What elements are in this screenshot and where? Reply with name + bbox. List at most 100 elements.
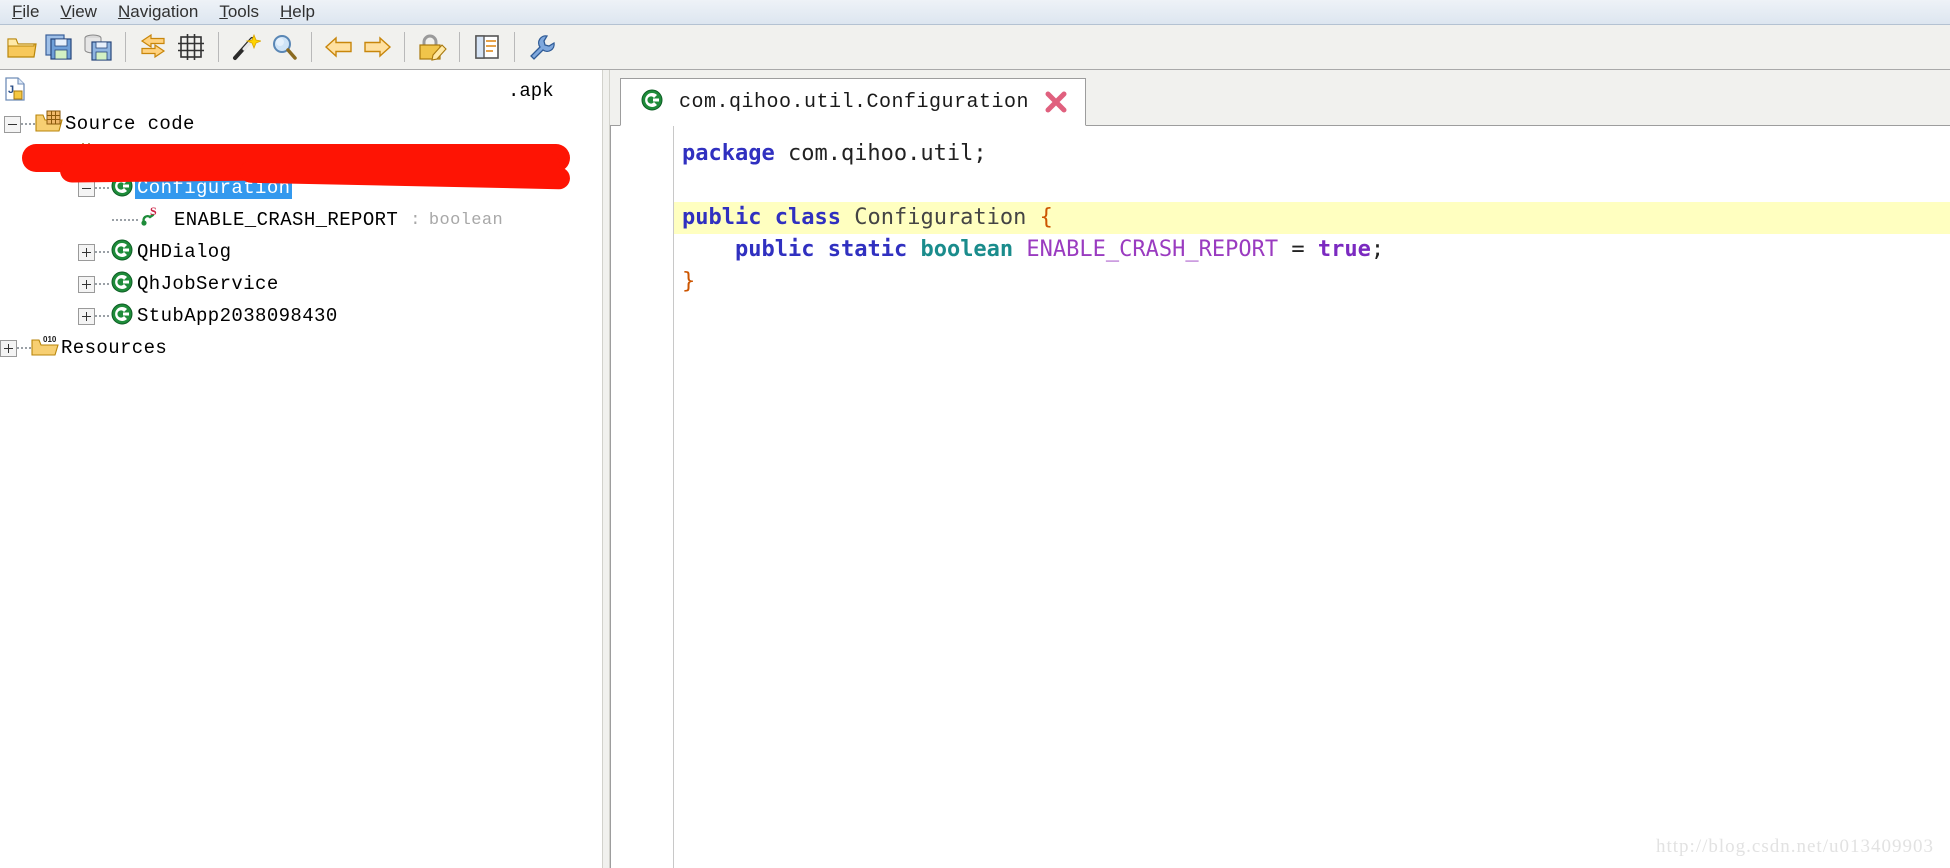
tree-connector — [95, 282, 109, 286]
svg-text:J: J — [8, 84, 14, 96]
forward-arrow-icon — [364, 36, 392, 58]
tree-row-qhjobservice[interactable]: QhJobService — [0, 268, 601, 300]
open-folder-button[interactable] — [3, 28, 41, 66]
open-package-button[interactable] — [172, 28, 210, 66]
tree-row-configuration[interactable]: Configuration — [0, 172, 601, 204]
tree-row-qhdialog[interactable]: QHDialog — [0, 236, 601, 268]
static-field-icon: S — [138, 204, 164, 235]
code-token-brace: } — [682, 269, 696, 294]
open-folder-icon — [7, 38, 37, 58]
tree-connector — [59, 154, 73, 158]
svg-text:010: 010 — [43, 335, 57, 344]
svg-text:S: S — [150, 206, 157, 218]
toolbar-separator-4 — [404, 32, 405, 62]
magnifier-icon — [273, 35, 297, 60]
tree-row-package[interactable]: com.qihoo.util — [0, 140, 601, 172]
preferences-button[interactable] — [413, 28, 451, 66]
toolbar-separator-3 — [311, 32, 312, 62]
tree-label-qhdialog: QHDialog — [137, 241, 232, 263]
tree-row-stubapp[interactable]: StubApp2038098430 — [0, 300, 601, 332]
save-button[interactable] — [41, 28, 79, 66]
class-icon — [109, 302, 135, 331]
editor-tab-configuration[interactable]: com.qihoo.util.Configuration — [620, 78, 1087, 126]
tree-field-separator: : — [410, 210, 421, 230]
menu-tools[interactable]: Tools — [209, 1, 270, 24]
tree-toggle-source-code[interactable] — [4, 115, 21, 133]
grid-package-icon — [178, 34, 204, 60]
tree-connector — [95, 250, 109, 254]
menu-file-label: ile — [22, 1, 40, 21]
watermark-text: http://blog.csdn.net/u013409903 — [1656, 836, 1934, 857]
tree-label-configuration: Configuration — [135, 177, 293, 199]
save-copy-icon — [45, 34, 72, 60]
code-token-kw: class — [774, 205, 841, 230]
menu-help[interactable]: Help — [270, 1, 326, 24]
open-type-button[interactable] — [134, 28, 172, 66]
tree-row-source-code[interactable]: Source code — [0, 108, 601, 140]
code-token-kw: public — [734, 237, 815, 262]
code-token-plain: = — [1278, 237, 1318, 262]
find-button[interactable] — [265, 28, 303, 66]
menu-file[interactable]: File — [2, 1, 50, 24]
menu-navigation-label: avigation — [130, 1, 199, 21]
tree-row-field[interactable]: S ENABLE_CRASH_REPORT : boolean — [0, 204, 601, 236]
tree-label-qhjobservice: QhJobService — [137, 273, 279, 295]
panel-icon — [475, 35, 499, 59]
tools-button[interactable] — [523, 28, 561, 66]
code-token-plain: com.qihoo.util; — [774, 141, 987, 166]
toolbar-separator-6 — [514, 32, 515, 62]
menu-help-label: elp — [292, 1, 315, 21]
panel-splitter[interactable] — [602, 70, 610, 868]
tree-toggle-qhjobservice[interactable] — [78, 275, 95, 293]
swap-arrows-icon — [140, 33, 166, 59]
search-wand-button[interactable] — [227, 28, 265, 66]
code-token-plain: ; — [1370, 237, 1385, 262]
tree-toggle-stubapp[interactable] — [78, 307, 95, 325]
tree-connector — [17, 346, 31, 350]
tree-root-container: J .apk Source code com.qihoo.util Config… — [0, 70, 601, 364]
code-line-4: public static boolean ENABLE_CRASH_REPOR… — [674, 234, 1950, 266]
tree-row-resources[interactable]: 010 Resources — [0, 332, 601, 364]
tree-toggle-qhdialog[interactable] — [78, 243, 95, 261]
close-x-icon[interactable] — [1043, 89, 1069, 115]
save-all-button[interactable] — [79, 28, 117, 66]
magic-wand-icon — [233, 33, 261, 60]
project-tree-panel[interactable]: J .apk Source code com.qihoo.util Config… — [0, 70, 602, 868]
resources-folder-icon: 010 — [31, 334, 59, 363]
menu-view[interactable]: View — [50, 1, 108, 24]
class-icon — [639, 88, 665, 117]
class-icon — [109, 174, 135, 203]
toolbar-separator-5 — [459, 32, 460, 62]
back-arrow-icon — [324, 36, 352, 58]
wrench-icon — [530, 35, 555, 60]
tree-toggle-package[interactable] — [42, 147, 59, 165]
tree-label-source-code: Source code — [65, 113, 195, 135]
jar-file-icon: J — [2, 76, 28, 107]
tree-connector — [95, 314, 109, 318]
tree-toggle-configuration[interactable] — [78, 179, 95, 197]
tree-toggle-resources[interactable] — [0, 339, 17, 357]
tree-connector — [95, 186, 109, 190]
code-editor-area[interactable]: package com.qihoo.util; public class Con… — [610, 126, 1950, 868]
back-button[interactable] — [320, 28, 358, 66]
tree-label-field: ENABLE_CRASH_REPORT — [174, 209, 399, 231]
code-line-1: package com.qihoo.util; — [674, 138, 1950, 170]
forward-button[interactable] — [358, 28, 396, 66]
editor-tabstrip: com.qihoo.util.Configuration — [610, 70, 1950, 126]
code-line-3: public class Configuration { — [674, 202, 1950, 234]
editor-gutter — [611, 126, 674, 868]
panel-toggle-button[interactable] — [468, 28, 506, 66]
menu-navigation[interactable]: Navigation — [108, 1, 209, 24]
tree-row-root[interactable]: J .apk — [0, 74, 601, 108]
tree-root-suffix: .apk — [508, 80, 554, 102]
code-line-5: } — [674, 266, 1950, 298]
tree-label-stubapp: StubApp2038098430 — [137, 305, 338, 327]
code-token-type: boolean — [920, 237, 1014, 262]
code-content[interactable]: package com.qihoo.util; public class Con… — [674, 126, 1950, 868]
code-token-cname: Configuration — [854, 205, 1027, 230]
